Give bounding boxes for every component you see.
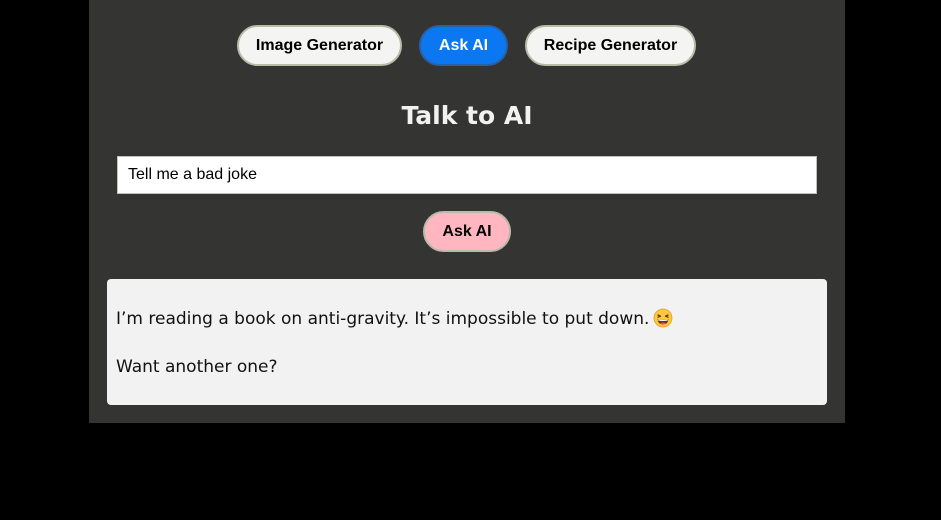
response-joke-text: I’m reading a book on anti-gravity. It’s… xyxy=(116,309,650,329)
prompt-input[interactable] xyxy=(117,156,817,194)
response-line-2: Want another one? xyxy=(116,357,278,377)
app-panel: Image Generator Ask AI Recipe Generator … xyxy=(89,0,845,423)
recipe-generator-tab[interactable]: Recipe Generator xyxy=(525,25,696,66)
ask-ai-tab[interactable]: Ask AI xyxy=(419,25,508,66)
response-box: I’m reading a book on anti-gravity. It’s… xyxy=(107,279,827,405)
page-title: Talk to AI xyxy=(401,101,533,130)
response-line-1: I’m reading a book on anti-gravity. It’s… xyxy=(116,307,818,331)
tool-nav: Image Generator Ask AI Recipe Generator xyxy=(89,25,845,67)
ask-ai-button[interactable]: Ask AI xyxy=(423,211,511,252)
image-generator-tab[interactable]: Image Generator xyxy=(237,25,402,66)
grinning-squinting-face-icon xyxy=(654,308,673,328)
